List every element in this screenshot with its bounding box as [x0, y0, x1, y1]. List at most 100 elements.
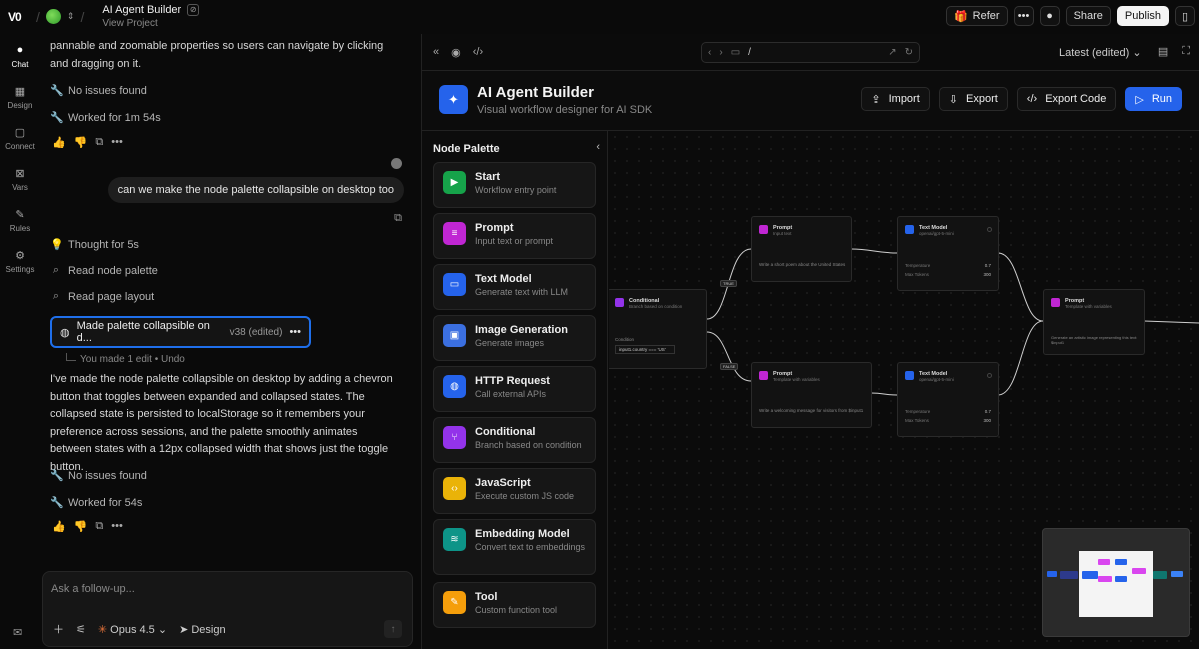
- version-selector[interactable]: Latest (edited) ⌄: [1059, 46, 1142, 59]
- text-model-node[interactable]: Text Model openai/gpt-5-mini Temperature 0…: [897, 362, 999, 437]
- rail-item-chat[interactable]: ● Chat: [0, 44, 40, 69]
- rail-item-rules[interactable]: ✎ Rules: [0, 208, 40, 233]
- rail-item-design[interactable]: ▦ Design: [0, 85, 40, 110]
- link-icon[interactable]: ⊘: [187, 3, 200, 16]
- code-icon[interactable]: ‹/›: [473, 46, 483, 59]
- palette-item-start[interactable]: ▶ Start Workflow entry point: [433, 162, 596, 208]
- device-icon[interactable]: ▭: [731, 47, 740, 58]
- more-options-button[interactable]: •••: [1013, 6, 1034, 26]
- download-icon: ⇩: [948, 93, 958, 106]
- sliders-icon[interactable]: ⚟: [76, 623, 86, 636]
- more-icon[interactable]: •••: [111, 520, 123, 533]
- layout-icon[interactable]: ▤: [1158, 45, 1168, 58]
- palette-item-image-generation[interactable]: ▣ Image Generation Generate images: [433, 315, 596, 361]
- sparkles-icon: ✦: [439, 85, 468, 114]
- prompt-node[interactable]: Prompt Template with variables Generate a…: [1043, 289, 1145, 355]
- eye-icon[interactable]: ◉: [451, 46, 461, 59]
- v0-logo[interactable]: V0: [8, 10, 30, 24]
- export-button[interactable]: ⇩ Export: [938, 87, 1008, 111]
- node-header: Prompt Template with variables: [1051, 298, 1112, 310]
- palette-item-prompt[interactable]: ≡ Prompt Input text or prompt: [433, 213, 596, 259]
- minimap[interactable]: [1042, 528, 1190, 637]
- node-handle[interactable]: [987, 373, 992, 378]
- palette-item-name: Embedding Model: [475, 528, 570, 540]
- palette-item-name: Tool: [475, 591, 498, 603]
- thumbs-down-icon[interactable]: 👎: [74, 520, 88, 533]
- read-row[interactable]: ⌕ Read page layout: [50, 290, 154, 303]
- refer-button[interactable]: 🎁 Refer: [945, 6, 1008, 26]
- more-icon[interactable]: •••: [289, 326, 301, 338]
- thumbs-down-icon[interactable]: 👎: [74, 136, 88, 149]
- model-name: Opus 4.5: [110, 623, 155, 636]
- import-button[interactable]: ⇪ Import: [861, 87, 930, 111]
- project-title[interactable]: AI Agent Builder: [102, 3, 181, 17]
- thumbs-up-icon[interactable]: 👍: [52, 520, 66, 533]
- model-selector[interactable]: ✳ Opus 4.5 ⌄: [98, 623, 167, 636]
- mail-icon[interactable]: ✉: [13, 626, 22, 639]
- param-value: 0.7: [984, 263, 991, 268]
- url-bar[interactable]: ‹ › ▭ / ↗ ↻: [701, 42, 920, 63]
- panel-toggle-button[interactable]: ▯: [1175, 6, 1195, 26]
- chat-icon: ●: [16, 44, 24, 56]
- undo-row[interactable]: You made 1 edit • Undo: [66, 352, 185, 365]
- forward-icon[interactable]: ›: [719, 47, 722, 58]
- palette-item-icon: ✎: [443, 591, 466, 614]
- undo-text[interactable]: You made 1 edit • Undo: [80, 354, 185, 365]
- chevron-updown-icon[interactable]: ⇕: [67, 11, 75, 22]
- palette-item-icon: ◍: [443, 375, 466, 398]
- palette-item-conditional[interactable]: ⑂ Conditional Branch based on condition: [433, 417, 596, 463]
- search-icon: ⌕: [52, 290, 60, 302]
- design-mode-button[interactable]: ➤ Design: [179, 623, 226, 636]
- more-icon[interactable]: •••: [111, 136, 123, 149]
- collapse-palette-button[interactable]: ‹: [596, 141, 600, 153]
- copy-icon[interactable]: ⧉: [394, 212, 402, 225]
- edit-card[interactable]: ◍ Made palette collapsible on d... v38 (…: [50, 316, 311, 348]
- export-code-button[interactable]: ‹/› Export Code: [1016, 87, 1117, 111]
- run-button[interactable]: ▷ Run: [1125, 87, 1182, 111]
- project-switcher[interactable]: AI Agent Builder ⊘ View Project: [102, 3, 200, 31]
- copy-icon[interactable]: ⧉: [95, 520, 103, 533]
- input-placeholder[interactable]: Ask a follow-up...: [51, 583, 135, 595]
- thumbs-up-icon[interactable]: 👍: [52, 136, 66, 149]
- prompt-node[interactable]: Prompt Template with variables Write a we…: [751, 362, 872, 428]
- node-handle[interactable]: [987, 227, 992, 232]
- palette-item-http-request[interactable]: ◍ HTTP Request Call external APIs: [433, 366, 596, 412]
- wrench-icon: 🔧: [50, 497, 64, 509]
- palette-item-embedding-model[interactable]: ≋ Embedding Model Convert text to embeddin…: [433, 519, 596, 575]
- github-button[interactable]: ●: [1039, 6, 1060, 26]
- rail-item-connect[interactable]: ▢ Connect: [0, 126, 40, 151]
- palette-item-javascript[interactable]: ‹› JavaScript Execute custom JS code: [433, 468, 596, 514]
- team-avatar[interactable]: [45, 9, 61, 24]
- send-button[interactable]: ↑: [384, 620, 402, 638]
- collapse-left-icon[interactable]: «: [433, 46, 439, 59]
- palette-item-text-model[interactable]: ▭ Text Model Generate text with LLM: [433, 264, 596, 310]
- minimap-node: [1115, 576, 1127, 582]
- refresh-icon[interactable]: ↻: [905, 47, 913, 58]
- fullscreen-icon[interactable]: ⛶: [1182, 45, 1190, 58]
- text-model-node[interactable]: Text Model openai/gpt-5-mini Temperature 0…: [897, 216, 999, 291]
- param-key: Max Tokens: [905, 418, 929, 423]
- param-row: Temperature 0.7: [905, 263, 991, 268]
- share-button[interactable]: Share: [1065, 6, 1111, 26]
- edge: [870, 392, 898, 396]
- thought-row[interactable]: 💡 Thought for 5s: [50, 238, 139, 252]
- sidebar-icon: ▯: [1181, 10, 1189, 23]
- palette-item-tool[interactable]: ✎ Tool Custom function tool: [433, 582, 596, 628]
- chat-input[interactable]: Ask a follow-up... ＋ ⚟ ✳ Opus 4.5 ⌄ ➤ De…: [42, 571, 413, 647]
- param-key: Max Tokens: [905, 272, 929, 277]
- back-icon[interactable]: ‹: [708, 47, 711, 58]
- publish-button[interactable]: Publish: [1116, 6, 1169, 26]
- prompt-node[interactable]: Prompt Input text Write a short poem abou…: [751, 216, 852, 282]
- read-row[interactable]: ⌕ Read node palette: [50, 264, 158, 277]
- condition-field[interactable]: input1.country === 'US': [615, 345, 675, 354]
- connector-line: [66, 352, 76, 361]
- rail-item-vars[interactable]: ⊠ Vars: [0, 167, 40, 192]
- url-path[interactable]: /: [748, 47, 880, 58]
- palette-item-desc: Input text or prompt: [475, 236, 554, 246]
- rail-item-settings[interactable]: ⚙ Settings: [0, 249, 40, 274]
- view-project-link[interactable]: View Project: [102, 17, 199, 31]
- copy-icon[interactable]: ⧉: [95, 136, 103, 149]
- conditional-node[interactable]: Conditional Branch based on condition Con…: [609, 289, 707, 369]
- plus-icon[interactable]: ＋: [53, 621, 64, 637]
- external-icon[interactable]: ↗: [888, 47, 896, 58]
